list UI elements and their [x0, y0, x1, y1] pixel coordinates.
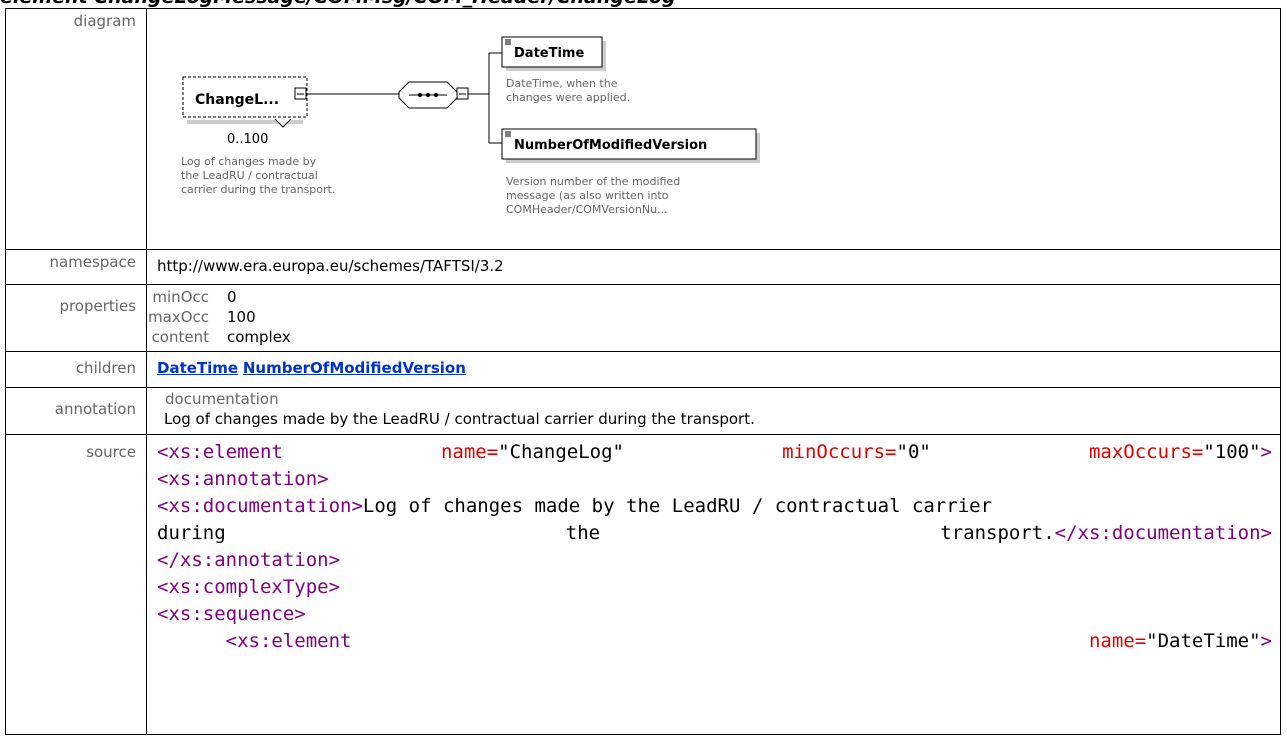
child2-doc-line-3: COMHeader/COMVersionNu... [506, 203, 668, 216]
children-cell: DateTime NumberOfModifiedVersion [146, 351, 1281, 388]
namespace-label: namespace [5, 249, 147, 285]
property-minocc: minOcc 0 [147, 287, 1280, 307]
root-element-name: ChangeL... [195, 92, 279, 108]
child1-element-name: DateTime [514, 46, 584, 61]
source-line-1: <xs:element name="ChangeLog" minOccurs="… [157, 439, 1272, 466]
namespace-value: http://www.era.europa.eu/schemes/TAFTSI/… [146, 249, 1281, 285]
annotation-row: annotation documentation Log of changes … [5, 387, 1281, 435]
source-tag: </xs:documentation> [1054, 522, 1272, 544]
source-attr-value: "100" [1203, 441, 1261, 463]
diagram-label: diagram [5, 8, 147, 250]
child2-doc-line-1: Version number of the modified [506, 175, 680, 188]
annotation-doc-key: documentation [165, 390, 279, 408]
namespace-row: namespace http://www.era.europa.eu/schem… [5, 249, 1281, 285]
source-tag: <xs:element [157, 441, 283, 463]
child2-element-name: NumberOfModifiedVersion [514, 138, 707, 153]
source-tag: <xs:element [225, 630, 352, 652]
source-tag: </xs:annotation> [157, 549, 341, 571]
properties-row: properties minOcc 0 maxOcc 100 content c… [5, 284, 1281, 352]
source-attr-value: "0" [896, 441, 931, 463]
source-tag: > [1260, 630, 1272, 652]
children-row: children DateTime NumberOfModifiedVersio… [5, 351, 1281, 388]
source-line-4: during the transport.</xs:documentation> [157, 520, 1272, 547]
property-key: minOcc [152, 288, 209, 306]
source-cell: <xs:element name="ChangeLog" minOccurs="… [146, 434, 1281, 735]
property-maxocc: maxOcc 100 [147, 307, 1280, 327]
source-code: <xs:element name="ChangeLog" minOccurs="… [147, 435, 1280, 655]
source-attr: minOccurs= [782, 441, 897, 463]
properties-label: properties [5, 284, 147, 352]
properties-cell: minOcc 0 maxOcc 100 content complex [146, 284, 1281, 352]
child1-doc-line-1: DateTime, when the [506, 77, 618, 90]
diagram-cell: ChangeL... 0..100 Log of changes made by… [146, 8, 1281, 250]
root-occurs: 0..100 [227, 132, 268, 147]
source-tag: <xs:sequence> [157, 603, 306, 625]
source-text: the [565, 522, 601, 544]
child-link-datetime[interactable]: DateTime [157, 359, 238, 377]
child-link-numberofmodifiedversion[interactable]: NumberOfModifiedVersion [243, 359, 466, 377]
source-label: source [5, 434, 147, 735]
property-key: content [151, 328, 209, 346]
child1-doc-line-2: changes were applied. [506, 91, 630, 104]
source-attr-value: "DateTime" [1146, 630, 1261, 652]
property-value: 0 [227, 288, 237, 306]
source-text: transport. [940, 522, 1055, 544]
property-value: complex [227, 328, 291, 346]
page-heading: element ChangeLogMessage/COMMsg/COM_Head… [0, 0, 1287, 8]
source-tag: <xs:annotation> [157, 468, 329, 490]
source-tag: <xs:complexType> [157, 576, 341, 598]
property-key: maxOcc [148, 308, 209, 326]
root-doc-line-2: the LeadRU / contractual [181, 169, 318, 182]
property-content: content complex [147, 327, 1280, 347]
source-tag: <xs:documentation> [157, 495, 363, 517]
source-tag: > [1260, 441, 1272, 463]
source-line-6: <xs:complexType> [157, 574, 1280, 601]
source-text: Log of changes made by the LeadRU / cont… [362, 495, 993, 517]
root-doc-line-1: Log of changes made by [181, 155, 317, 168]
schema-diagram: ChangeL... 0..100 Log of changes made by… [147, 9, 1280, 249]
source-row: source <xs:element name="ChangeLog" minO… [5, 434, 1281, 735]
property-value: 100 [227, 308, 256, 326]
element-doc-table: diagram ChangeL... 0..100 Log of changes… [5, 8, 1281, 735]
source-line-5: </xs:annotation> [157, 547, 1280, 574]
source-attr: name= [440, 441, 499, 463]
diagram-row: diagram ChangeL... 0..100 Log of changes… [5, 8, 1281, 250]
source-attr-value: "ChangeLog" [498, 441, 624, 463]
schema-diagram-svg: ChangeL... 0..100 Log of changes made by… [181, 36, 760, 216]
children-label: children [5, 351, 147, 388]
source-line-3: <xs:documentation> Log of changes made by… [157, 493, 1280, 520]
source-line-2: <xs:annotation> [157, 466, 1280, 493]
source-text: during [157, 522, 226, 544]
child2-doc-line-2: message (as also written into [506, 189, 669, 202]
annotation-doc-text: Log of changes made by the LeadRU / cont… [164, 410, 755, 428]
root-doc-line-3: carrier during the transport. [181, 183, 335, 196]
source-attr: maxOccurs= [1088, 441, 1204, 463]
annotation-cell: documentation Log of changes made by the… [146, 387, 1281, 435]
annotation-label: annotation [5, 387, 147, 435]
source-line-7: <xs:sequence> [157, 601, 1280, 628]
source-line-8: <xs:element name="DateTime"> [157, 628, 1272, 655]
source-attr: name= [1088, 630, 1147, 652]
